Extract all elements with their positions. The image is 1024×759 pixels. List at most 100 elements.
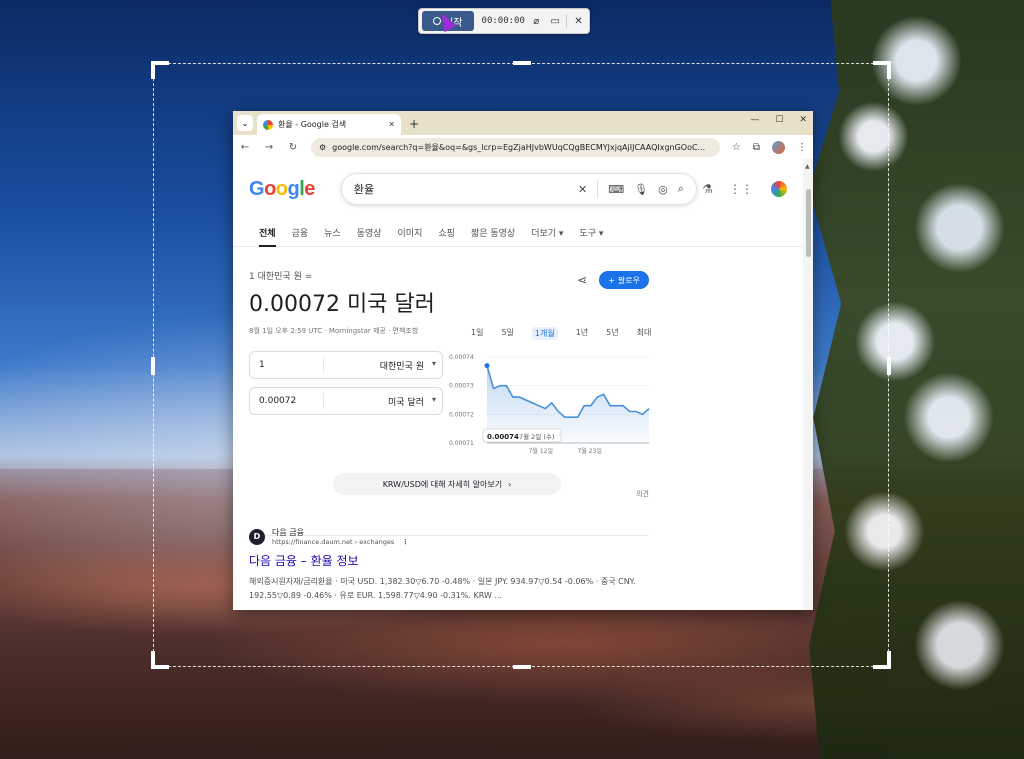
- resize-handle-bottom-left[interactable]: [151, 651, 169, 669]
- resize-handle-left[interactable]: [151, 357, 155, 375]
- learn-more-button[interactable]: KRW/USD에 대해 자세히 알아보기 ›: [333, 473, 561, 495]
- exchange-rate-chart[interactable]: 0.00074 0.00073 0.00072 0.00071 7월 12일 7월 23…: [449, 351, 655, 461]
- new-tab-icon[interactable]: +: [409, 117, 419, 131]
- site-url: https://finance.daum.net › exchanges ⋮: [272, 538, 409, 546]
- scroll-thumb[interactable]: [806, 189, 811, 257]
- chevron-right-icon: ›: [508, 479, 512, 489]
- resize-handle-bottom-right[interactable]: [873, 651, 891, 669]
- learn-more-label: KRW/USD에 대해 자세히 알아보기: [382, 479, 503, 489]
- converter-from-row: 1 대한민국 원: [249, 351, 443, 379]
- lens-icon[interactable]: ◎: [658, 183, 668, 196]
- range-1y[interactable]: 1년: [576, 327, 588, 340]
- resize-handle-bottom[interactable]: [513, 665, 531, 669]
- maximize-icon[interactable]: ☐: [775, 115, 783, 125]
- browser-menu-icon[interactable]: ⋮: [797, 142, 807, 153]
- result-title-link[interactable]: 다음 금융 – 환율 정보: [249, 552, 649, 569]
- browser-tab[interactable]: 환율 - Google 검색 ✕: [257, 114, 401, 135]
- page-scrollbar[interactable]: ▲: [803, 159, 813, 610]
- follow-label: 팔로우: [617, 275, 640, 285]
- y-tick-label: 0.00072: [449, 411, 474, 418]
- currency-from-select[interactable]: 대한민국 원: [324, 359, 442, 372]
- follow-button[interactable]: + 팔로우: [599, 271, 649, 289]
- y-tick-label: 0.00073: [449, 383, 474, 390]
- google-logo[interactable]: Google: [249, 178, 315, 201]
- google-header: Google 환율 ✕ ⌨ 🎙 ◎ ⌕ ⚗ ⋮⋮: [233, 159, 803, 219]
- profile-avatar[interactable]: [772, 140, 785, 154]
- range-1m[interactable]: 1개월: [531, 327, 558, 340]
- filter-more[interactable]: 더보기 ▾: [531, 226, 563, 239]
- filter-short-videos[interactable]: 짧은 동영상: [471, 226, 515, 239]
- site-info-icon[interactable]: ⚙: [319, 143, 326, 152]
- share-icon[interactable]: ⋖: [577, 273, 587, 287]
- amount-from-input[interactable]: 1: [250, 357, 324, 373]
- labs-flask-icon[interactable]: ⚗: [702, 182, 713, 196]
- range-5y[interactable]: 5년: [606, 327, 618, 340]
- resize-handle-top-left[interactable]: [151, 61, 169, 79]
- plus-icon: +: [608, 275, 615, 285]
- search-input[interactable]: 환율: [354, 181, 568, 197]
- filter-finance[interactable]: 금융: [292, 226, 309, 239]
- clear-icon[interactable]: ✕: [578, 183, 587, 196]
- account-avatar[interactable]: [769, 179, 789, 199]
- back-icon[interactable]: ←: [239, 142, 251, 153]
- site-info: 다음 금융 https://finance.daum.net › exchang…: [272, 527, 409, 546]
- site-name: 다음 금융: [272, 528, 304, 537]
- chart-tooltip: 0.00074 7월 2일 (수): [482, 428, 562, 443]
- toolbar-separator: [566, 14, 568, 28]
- apps-grid-icon[interactable]: ⋮⋮: [729, 182, 753, 196]
- minimize-icon[interactable]: —: [750, 115, 759, 125]
- keyboard-icon[interactable]: ⌨: [608, 183, 624, 196]
- search-filters: 전체 금융 뉴스 동영상 이미지 쇼핑 짧은 동영상 더보기 ▾ 도구 ▾: [233, 219, 803, 247]
- resize-handle-right[interactable]: [887, 357, 891, 375]
- feedback-link[interactable]: 의견: [636, 489, 649, 499]
- site-favicon: D: [249, 528, 265, 545]
- microphone-icon[interactable]: 🎙: [634, 183, 648, 196]
- window-close-icon[interactable]: ✕: [799, 115, 807, 125]
- tab-search-icon[interactable]: ⌄: [237, 115, 253, 131]
- range-1d[interactable]: 1일: [471, 327, 483, 340]
- close-icon[interactable]: ✕: [571, 13, 586, 29]
- tab-close-icon[interactable]: ✕: [388, 120, 395, 129]
- currency-card: 1 대한민국 원 = 0.00072 미국 달러 8월 1일 오후 2:59 U…: [249, 269, 649, 336]
- range-5d[interactable]: 5일: [501, 327, 513, 340]
- chart-start-point: [484, 363, 490, 369]
- mic-off-icon[interactable]: ⌀: [529, 13, 544, 29]
- more-options-icon[interactable]: ⋮: [402, 538, 409, 546]
- amount-to-input[interactable]: 0.00072: [250, 393, 324, 409]
- x-axis-labels: 7월 12일 7월 23일: [529, 447, 602, 455]
- filter-all[interactable]: 전체: [259, 226, 276, 247]
- screen-share-icon[interactable]: ▭: [548, 13, 563, 29]
- currency-to-select[interactable]: 미국 달러: [324, 395, 442, 408]
- capture-timer: 00:00:00: [481, 16, 525, 26]
- toolbar-actions: ☆ ⧉ ⋮: [732, 140, 807, 154]
- tooltip-date: 7월 2일 (수): [519, 432, 554, 441]
- fx-result-value: 0.00072 미국 달러: [249, 292, 435, 317]
- filter-videos[interactable]: 동영상: [357, 226, 382, 239]
- search-icon[interactable]: ⌕: [678, 182, 684, 196]
- filter-news[interactable]: 뉴스: [324, 226, 341, 239]
- range-max[interactable]: 최대: [637, 327, 652, 340]
- filter-tools[interactable]: 도구 ▾: [579, 226, 603, 239]
- reload-icon[interactable]: ↻: [287, 142, 299, 153]
- resize-handle-top[interactable]: [513, 61, 531, 65]
- address-bar-url: google.com/search?q=환율&oq=&gs_lcrp=EgZja…: [332, 142, 706, 152]
- search-result: D 다음 금융 https://finance.daum.net › excha…: [249, 527, 649, 603]
- search-box[interactable]: 환율 ✕ ⌨ 🎙 ◎ ⌕: [340, 173, 697, 205]
- y-tick-label: 0.00074: [449, 354, 474, 361]
- resize-handle-top-right[interactable]: [873, 61, 891, 79]
- converter-to-row: 0.00072 미국 달러: [249, 387, 443, 415]
- tab-strip: ⌄ 환율 - Google 검색 ✕ + — ☐ ✕: [233, 111, 813, 135]
- filter-images[interactable]: 이미지: [398, 226, 423, 239]
- search-divider: [597, 180, 599, 198]
- scroll-up-icon[interactable]: ▲: [805, 163, 810, 170]
- x-tick-label: 7월 23일: [577, 447, 601, 455]
- google-favicon-icon: [263, 119, 273, 130]
- filter-shopping[interactable]: 쇼핑: [438, 226, 455, 239]
- address-bar[interactable]: ⚙ google.com/search?q=환율&oq=&gs_lcrp=EgZ…: [311, 137, 720, 157]
- bookmark-star-icon[interactable]: ☆: [732, 142, 741, 153]
- tab-title: 환율 - Google 검색: [278, 120, 347, 129]
- window-controls: — ☐ ✕: [750, 115, 807, 125]
- header-actions: ⚗ ⋮⋮: [702, 179, 789, 199]
- forward-icon[interactable]: →: [263, 142, 275, 153]
- extensions-icon[interactable]: ⧉: [753, 142, 760, 153]
